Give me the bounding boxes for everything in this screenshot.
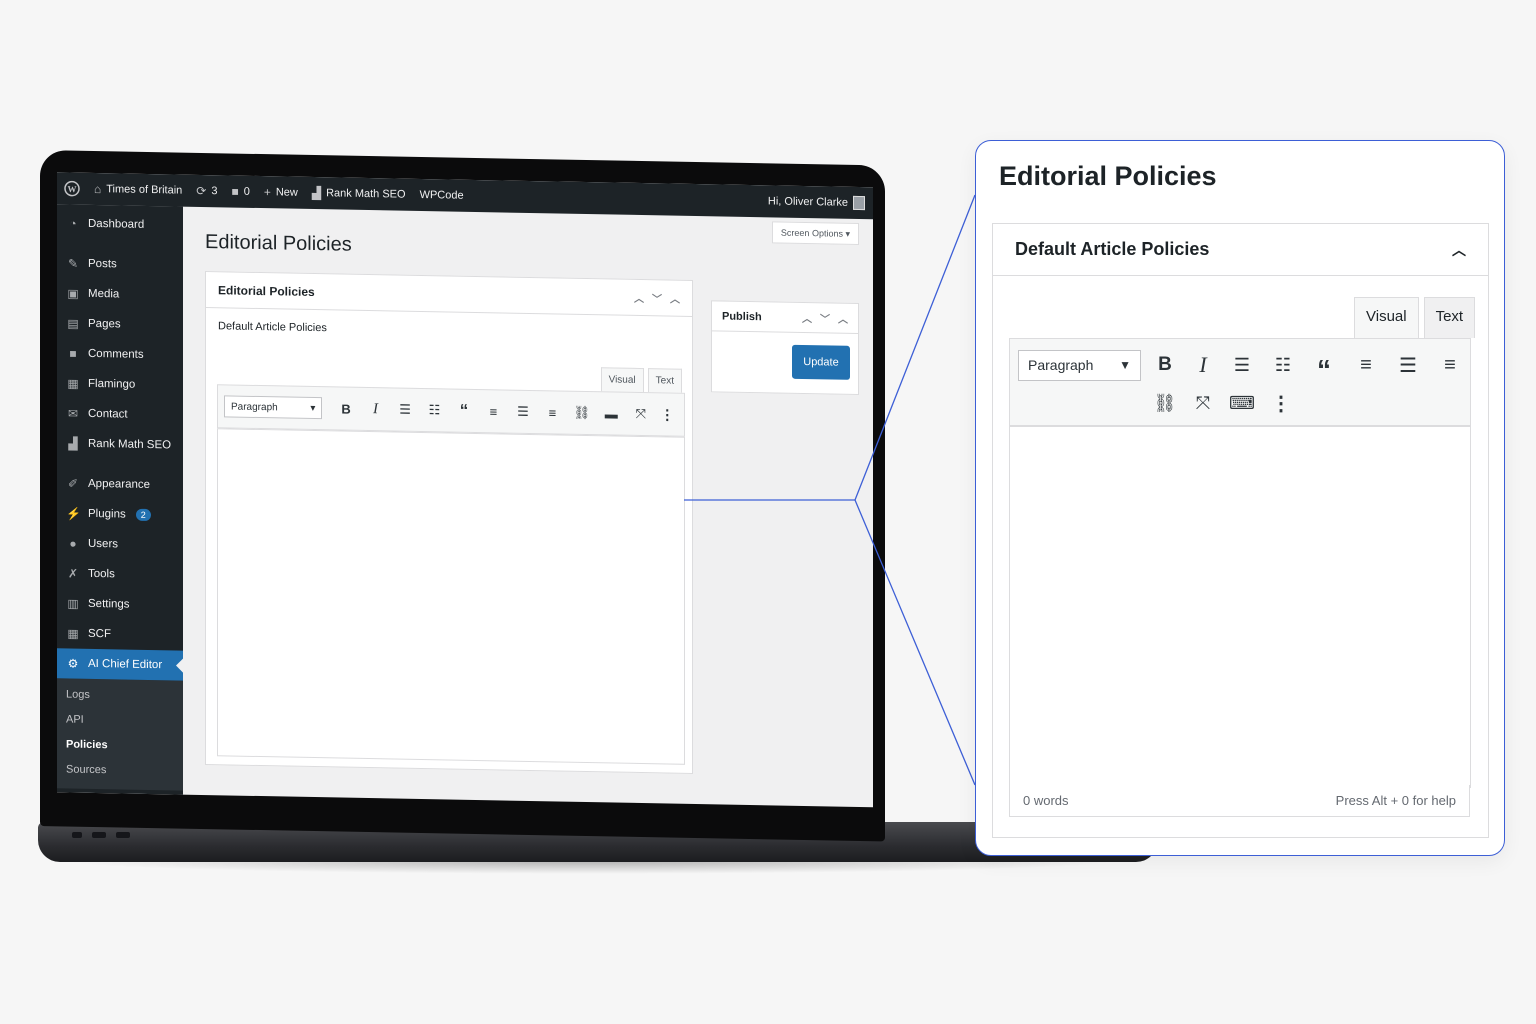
word-count: 0 words (1023, 793, 1069, 808)
callout-blockquote-button[interactable]: “ (1303, 348, 1345, 385)
link-icon: ⛓ (1153, 392, 1177, 413)
quote-icon: “ (1317, 354, 1331, 385)
callout-format-value: Paragraph (1028, 357, 1094, 373)
callout-tab-text[interactable]: Text (1423, 297, 1476, 338)
callout-align-right-button[interactable]: ≡ (1429, 348, 1471, 382)
callout-format-select[interactable]: Paragraph ▼ (1018, 349, 1141, 381)
bold-icon: B (1158, 354, 1172, 375)
callout-editor-tabs: Visual Text (1354, 297, 1476, 338)
align-right-icon: ≡ (1444, 353, 1456, 376)
callout-link-button[interactable]: ⛓ (1146, 387, 1184, 419)
callout-editor-content-area[interactable] (1009, 426, 1471, 788)
toolbar-row-1: Paragraph ▼ B I ☰ ☷ “ ≡ ☰ ≡ (1018, 348, 1471, 385)
callout-bold-button[interactable]: B (1145, 348, 1185, 382)
callout-align-left-button[interactable]: ≡ (1345, 348, 1387, 382)
stage: W ⌂ Times of Britain ⟳ 3 ■ 0 + New ▟ Ran… (0, 0, 1536, 1024)
callout-align-center-button[interactable]: ☰ (1387, 348, 1429, 382)
help-hint: Press Alt + 0 for help (1335, 793, 1456, 808)
callout-keyboard-button[interactable]: ⌨ (1222, 387, 1262, 419)
kebab-icon: ⋮ (1271, 392, 1291, 415)
caret-down-icon: ▼ (1119, 358, 1131, 372)
editor-status-bar: 0 words Press Alt + 0 for help (1009, 785, 1470, 817)
zoom-callout: Editorial Policies Default Article Polic… (975, 140, 1505, 856)
callout-numbered-list-button[interactable]: ☷ (1263, 348, 1303, 382)
numbered-list-icon: ☷ (1274, 354, 1292, 375)
callout-tab-visual[interactable]: Visual (1354, 297, 1419, 338)
callout-title: Editorial Policies (999, 161, 1217, 191)
fullscreen-icon: ⤧ (1195, 392, 1211, 413)
callout-field-label: Default Article Policies (1015, 239, 1210, 259)
callout-editor-toolbar: Paragraph ▼ B I ☰ ☷ “ ≡ ☰ ≡ ⛓ ⤧ ⌨ ⋮ (1009, 338, 1471, 426)
keyboard-icon: ⌨ (1229, 392, 1255, 413)
align-left-icon: ≡ (1360, 353, 1372, 376)
toolbar-row-2: ⛓ ⤧ ⌨ ⋮ (1146, 387, 1300, 419)
chevron-up-icon[interactable]: ︿ (1452, 240, 1466, 260)
callout-bullet-list-button[interactable]: ☰ (1221, 348, 1263, 382)
callout-postbox-header: Default Article Policies ︿ (993, 224, 1488, 276)
callout-fullscreen-button[interactable]: ⤧ (1184, 387, 1222, 419)
callout-more-toolbar-button[interactable]: ⋮ (1262, 387, 1300, 419)
italic-icon: I (1199, 352, 1207, 377)
callout-italic-button[interactable]: I (1185, 348, 1221, 382)
bullet-list-icon: ☰ (1233, 354, 1251, 375)
align-center-icon: ☰ (1399, 354, 1417, 377)
